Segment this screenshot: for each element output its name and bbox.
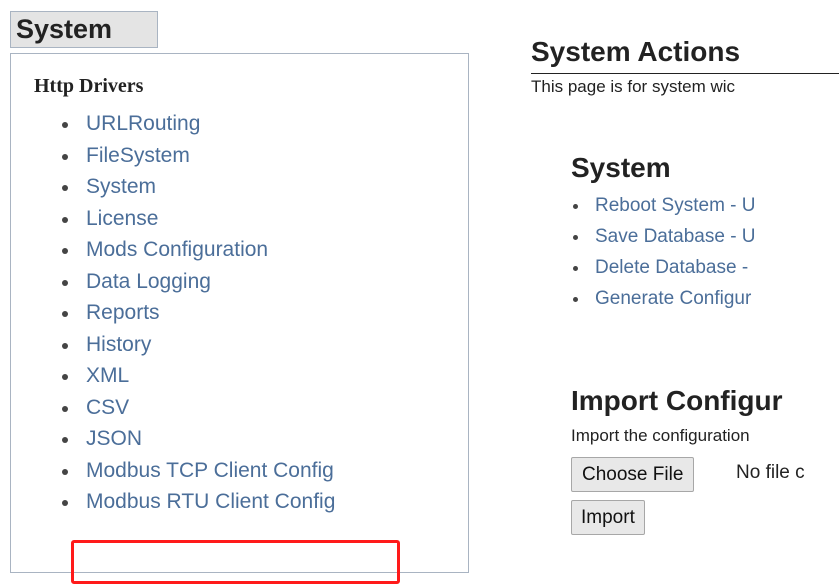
nav-link-history[interactable]: History	[86, 333, 151, 356]
list-item: Modbus RTU Client Config	[0, 486, 335, 518]
nav-link-urlrouting[interactable]: URLRouting	[86, 112, 200, 135]
nav-link-filesystem[interactable]: FileSystem	[86, 144, 190, 167]
list-item: Mods Configuration	[0, 234, 335, 266]
list-item: JSON	[0, 423, 335, 455]
page-title: System Actions	[531, 36, 741, 67]
delete-database-link[interactable]: Delete Database -	[595, 257, 748, 278]
title-divider	[531, 73, 839, 74]
list-item: FileSystem	[0, 140, 335, 172]
bullet-icon	[573, 204, 578, 209]
import-button[interactable]: Import	[571, 500, 645, 535]
list-item: Reboot System - U	[565, 190, 756, 221]
list-item: Reports	[0, 297, 335, 329]
list-item: Delete Database -	[565, 252, 756, 283]
list-item: Save Database - U	[565, 221, 756, 252]
nav-link-modbus-tcp-client-config[interactable]: Modbus TCP Client Config	[86, 459, 334, 482]
bullet-icon	[62, 185, 68, 191]
page-description: This page is for system wic	[531, 77, 736, 96]
bullet-icon	[62, 468, 68, 475]
choose-file-button[interactable]: Choose File	[571, 457, 695, 492]
bullet-icon	[62, 500, 68, 506]
nav-link-data-logging[interactable]: Data Logging	[86, 270, 211, 293]
nav-link-csv[interactable]: CSV	[86, 396, 129, 419]
bullet-icon	[62, 342, 68, 349]
sidebar-tab-system: System	[10, 11, 158, 48]
import-description: Import the configuration	[571, 426, 750, 445]
save-database-link[interactable]: Save Database - U	[595, 226, 756, 247]
list-item: CSV	[0, 392, 335, 424]
sidebar-heading: Http Drivers	[34, 75, 144, 97]
generate-configuration-link[interactable]: Generate Configur	[595, 288, 751, 309]
list-item: System	[0, 171, 335, 203]
nav-link-json[interactable]: JSON	[86, 427, 142, 450]
nav-link-license[interactable]: License	[86, 207, 158, 230]
bullet-icon	[62, 248, 68, 254]
bullet-icon	[62, 216, 68, 223]
reboot-system-link[interactable]: Reboot System - U	[595, 195, 756, 216]
bullet-icon	[62, 405, 68, 412]
bullet-icon	[62, 311, 68, 317]
list-item: URLRouting	[0, 108, 335, 140]
bullet-icon	[62, 374, 68, 380]
http-drivers-list: URLRouting FileSystem System License Mod…	[0, 108, 335, 518]
no-file-text: No file c	[736, 462, 805, 483]
bullet-icon	[62, 122, 68, 128]
bullet-icon	[62, 153, 68, 160]
nav-link-mods-configuration[interactable]: Mods Configuration	[86, 238, 268, 261]
system-section-title: System	[571, 152, 671, 183]
list-item: Modbus TCP Client Config	[0, 455, 335, 487]
system-actions-list: Reboot System - U Save Database - U Dele…	[565, 190, 756, 314]
nav-link-system[interactable]: System	[86, 175, 156, 198]
list-item: Generate Configur	[565, 283, 756, 314]
bullet-icon	[62, 279, 68, 286]
list-item: XML	[0, 360, 335, 392]
nav-link-reports[interactable]: Reports	[86, 301, 160, 324]
bullet-icon	[573, 235, 578, 240]
bullet-icon	[62, 437, 68, 443]
bullet-icon	[573, 266, 578, 271]
list-item: License	[0, 203, 335, 235]
nav-link-modbus-rtu-client-config[interactable]: Modbus RTU Client Config	[86, 490, 335, 513]
nav-link-xml[interactable]: XML	[86, 364, 129, 387]
import-section-title: Import Configur	[571, 385, 783, 416]
list-item: Data Logging	[0, 266, 335, 298]
bullet-icon	[573, 297, 578, 302]
list-item: History	[0, 329, 335, 361]
